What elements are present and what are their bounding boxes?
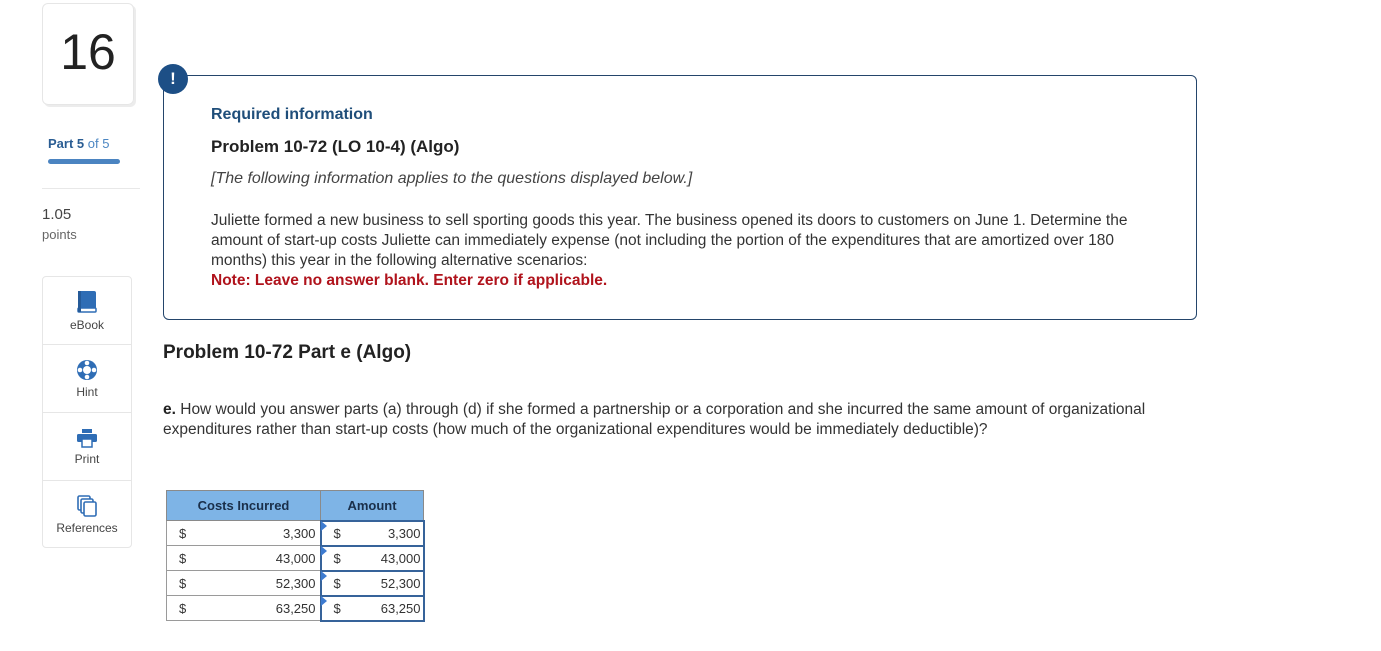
- documents-icon: [77, 495, 97, 517]
- part-current: 5: [76, 136, 85, 151]
- print-button[interactable]: Print: [43, 413, 131, 481]
- hint-label: Hint: [76, 384, 98, 399]
- question-number: 16: [42, 3, 134, 105]
- ebook-button[interactable]: eBook: [43, 277, 131, 345]
- amount-input[interactable]: $63,250: [319, 594, 425, 622]
- table-row: $63,250 $63,250: [166, 594, 425, 622]
- cost-value: 52,300: [275, 575, 316, 591]
- tools-panel: eBook Hint Print References: [42, 276, 132, 548]
- printer-icon: [76, 428, 98, 448]
- part-title: Problem 10-72 Part e (Algo): [163, 342, 412, 363]
- lifebuoy-icon: [76, 359, 98, 381]
- cost-value: 43,000: [275, 550, 316, 566]
- problem-body: Juliette formed a new business to sell s…: [211, 211, 1161, 291]
- part-indicator: Part 5 of 5: [48, 136, 109, 151]
- question-body: How would you answer parts (a) through (…: [163, 401, 1146, 438]
- points-label: points: [42, 227, 77, 242]
- currency-symbol: $: [179, 550, 187, 566]
- currency-symbol: $: [179, 600, 187, 616]
- currency-symbol: $: [333, 575, 341, 591]
- required-info-heading: Required information: [211, 106, 373, 123]
- table-row: $52,300 $52,300: [166, 569, 425, 597]
- part-progress-bar: [48, 159, 120, 164]
- print-label: Print: [74, 451, 100, 466]
- amount-input[interactable]: $52,300: [319, 569, 425, 597]
- required-info-box: Required information Problem 10-72 (LO 1…: [163, 75, 1197, 320]
- question-letter: e.: [163, 401, 176, 418]
- header-amount: Amount: [320, 490, 424, 521]
- part-word: Part: [48, 136, 74, 151]
- amount-value[interactable]: 63,250: [381, 601, 421, 616]
- cost-value: 63,250: [275, 600, 316, 616]
- alert-icon: !: [158, 64, 188, 94]
- amount-input[interactable]: $43,000: [319, 544, 425, 572]
- amount-input[interactable]: $3,300: [319, 519, 425, 547]
- points-value: 1.05: [42, 206, 72, 223]
- amount-value[interactable]: 52,300: [381, 576, 421, 591]
- answer-flag-icon: [320, 570, 327, 581]
- divider: [42, 188, 140, 189]
- table-row: $43,000 $43,000: [166, 544, 425, 572]
- answer-flag-icon: [320, 520, 327, 531]
- question-text: e. How would you answer parts (a) throug…: [163, 400, 1163, 440]
- hint-button[interactable]: Hint: [43, 345, 131, 413]
- amount-value[interactable]: 43,000: [381, 551, 421, 566]
- problem-description: Juliette formed a new business to sell s…: [211, 212, 1128, 269]
- book-icon: [76, 290, 98, 314]
- intro-text: [The following information applies to th…: [211, 170, 693, 187]
- currency-symbol: $: [333, 600, 341, 616]
- table-row: $3,300 $3,300: [166, 519, 425, 547]
- currency-symbol: $: [333, 550, 341, 566]
- ebook-label: eBook: [69, 317, 105, 332]
- currency-symbol: $: [179, 525, 187, 541]
- header-costs-incurred: Costs Incurred: [166, 490, 321, 521]
- note-text: Note: Leave no answer blank. Enter zero …: [211, 272, 608, 289]
- problem-title: Problem 10-72 (LO 10-4) (Algo): [211, 137, 460, 156]
- currency-symbol: $: [179, 575, 187, 591]
- cost-value: 3,300: [282, 525, 316, 541]
- amount-value[interactable]: 3,300: [388, 526, 421, 541]
- answer-flag-icon: [320, 545, 327, 556]
- answer-flag-icon: [320, 595, 327, 606]
- references-button[interactable]: References: [43, 481, 131, 549]
- references-label: References: [56, 521, 118, 535]
- part-total: of 5: [87, 136, 110, 151]
- answer-table: Costs Incurred Amount $3,300 $3,300 $43,…: [166, 490, 425, 622]
- currency-symbol: $: [333, 525, 341, 541]
